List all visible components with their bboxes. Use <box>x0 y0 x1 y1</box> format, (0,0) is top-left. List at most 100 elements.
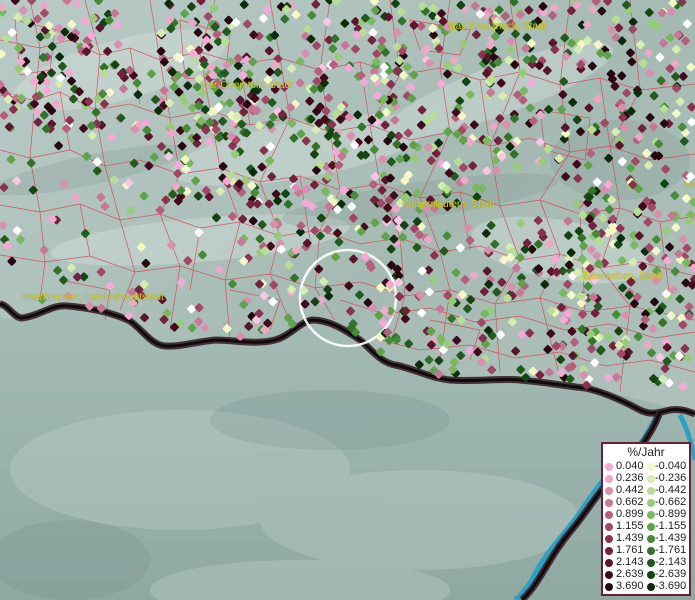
legend-value: -1.155 <box>655 520 687 532</box>
map-view[interactable]: Bad Kreuznach, Stadt Idar-Oberstein, Sta… <box>0 0 695 600</box>
measurement-point <box>560 33 570 43</box>
measurement-point <box>434 356 444 365</box>
measurement-point <box>310 297 320 307</box>
measurement-point <box>670 267 680 276</box>
legend-value: 2.143 <box>616 556 644 568</box>
measurement-point <box>477 184 487 193</box>
measurement-point <box>655 52 665 62</box>
measurement-point <box>7 28 17 37</box>
measurement-point <box>353 110 363 120</box>
measurement-point <box>429 110 439 120</box>
measurement-point <box>642 148 652 158</box>
measurement-point <box>105 281 115 291</box>
measurement-point <box>47 42 57 51</box>
measurement-point <box>627 57 637 67</box>
measurement-point <box>157 142 166 151</box>
measurement-point <box>390 115 400 125</box>
measurement-point <box>55 52 64 62</box>
measurement-point <box>265 156 275 166</box>
measurement-point <box>204 137 214 147</box>
measurement-point <box>644 48 653 58</box>
measurement-point <box>209 3 219 13</box>
measurement-point <box>583 281 593 291</box>
measurement-point <box>600 118 610 128</box>
measurement-point <box>370 218 380 228</box>
legend-value: 0.899 <box>616 508 644 520</box>
legend-value: -0.662 <box>655 496 687 508</box>
measurement-point <box>501 11 510 21</box>
measurement-point <box>643 340 653 349</box>
measurement-point <box>113 20 122 30</box>
measurement-point <box>10 0 20 5</box>
measurement-point <box>468 161 478 171</box>
measurement-point <box>410 154 419 164</box>
measurement-point <box>465 346 475 355</box>
measurement-point <box>572 115 582 125</box>
measurement-point <box>248 216 258 226</box>
measurement-point <box>426 156 436 165</box>
measurement-point <box>516 219 525 228</box>
measurement-point <box>1 34 11 43</box>
measurement-point <box>611 127 621 137</box>
measurement-point <box>661 226 671 236</box>
measurement-point <box>665 242 674 252</box>
measurement-point <box>540 280 550 289</box>
measurement-point <box>349 254 358 264</box>
measurement-point <box>386 157 396 167</box>
legend-swatch <box>647 487 655 495</box>
measurement-point <box>193 191 203 201</box>
measurement-point <box>257 162 267 172</box>
measurement-point <box>364 135 373 145</box>
measurement-point <box>614 23 624 33</box>
measurement-point <box>322 17 332 27</box>
measurement-point <box>428 23 438 33</box>
measurement-point <box>502 120 511 130</box>
measurement-point <box>658 38 668 48</box>
place-label-bad-kreuznach: Bad Kreuznach, Stadt <box>449 21 547 32</box>
measurement-point <box>545 239 555 249</box>
measurement-point <box>660 364 670 373</box>
measurement-point <box>638 261 648 271</box>
measurement-point <box>200 323 210 333</box>
measurement-point <box>287 64 296 73</box>
measurement-point <box>264 46 274 56</box>
measurement-point <box>670 191 680 200</box>
measurement-point <box>498 91 507 101</box>
measurement-point <box>681 36 690 46</box>
measurement-point <box>604 332 613 342</box>
measurement-point <box>331 0 341 6</box>
measurement-point <box>584 103 594 113</box>
measurement-point <box>244 322 254 331</box>
measurement-point <box>560 123 570 133</box>
measurement-point <box>92 166 102 176</box>
measurement-point <box>299 286 309 295</box>
measurement-point <box>558 90 568 99</box>
measurement-point <box>671 44 681 54</box>
measurement-point <box>414 360 424 370</box>
measurement-point <box>666 7 676 17</box>
measurement-point <box>0 49 6 59</box>
measurement-point <box>665 33 675 43</box>
measurement-point <box>673 30 683 40</box>
measurement-point <box>314 264 324 274</box>
measurement-point <box>203 12 213 21</box>
measurement-point <box>650 297 659 307</box>
measurement-point <box>548 11 557 20</box>
measurement-point <box>273 196 283 206</box>
measurement-point <box>0 111 9 120</box>
measurement-point <box>527 78 536 88</box>
legend-value: 0.662 <box>616 496 644 508</box>
measurement-point <box>59 179 69 189</box>
measurement-point <box>155 205 165 215</box>
measurement-point <box>583 160 593 170</box>
measurement-point <box>611 310 621 319</box>
legend-swatch <box>647 571 655 579</box>
measurement-point <box>370 172 380 181</box>
measurement-point <box>586 149 596 158</box>
measurement-point <box>368 180 378 189</box>
measurement-point <box>187 323 197 333</box>
measurement-point <box>508 317 517 327</box>
measurement-point <box>269 280 279 290</box>
legend-value: -0.442 <box>655 484 687 496</box>
legend-swatch <box>605 487 613 495</box>
